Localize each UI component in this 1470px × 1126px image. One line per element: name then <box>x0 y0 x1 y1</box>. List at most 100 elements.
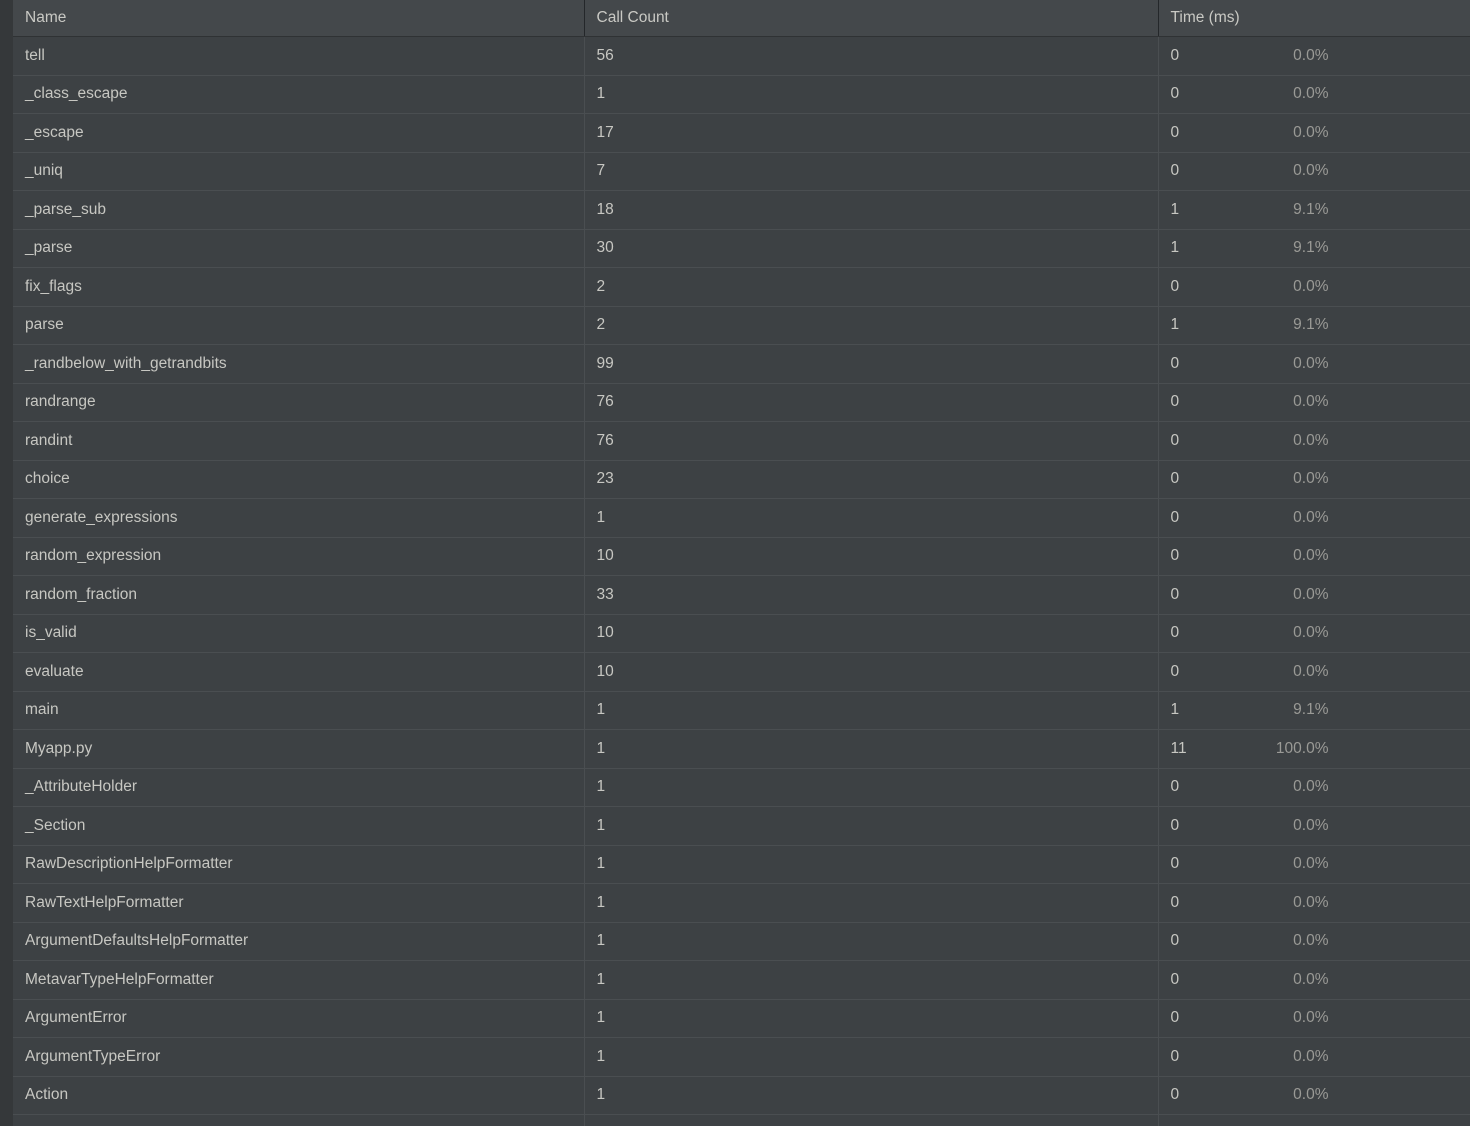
profiler-table-scroll-area[interactable]: Name Call Count Time (ms) tell 56 0 0.0% _cl… <box>13 0 1470 1126</box>
time-percentage: 0.0% <box>1293 778 1329 796</box>
cell-function-name: ArgumentError <box>13 999 584 1038</box>
time-cell-wrap: 00.0% <box>1159 76 1470 113</box>
table-row[interactable]: BooleanOptionalAction100.0% <box>13 1114 1470 1126</box>
time-milliseconds: 1 <box>1170 701 1180 719</box>
column-header-name[interactable]: Name <box>13 0 584 37</box>
table-row[interactable]: evaluate 10 0 0.0% <box>13 652 1470 692</box>
time-milliseconds: 0 <box>1170 431 1180 449</box>
column-header-call-count[interactable]: Call Count <box>583 0 1158 37</box>
table-row[interactable]: _escape 17 0 0.0% <box>13 113 1470 153</box>
cell-time: 00.0% <box>1157 75 1470 114</box>
table-row[interactable]: Myapp.py 1 11 100.0% <box>13 729 1470 769</box>
time-cell-wrap: 00.0% <box>1159 576 1470 613</box>
table-row[interactable]: ArgumentDefaultsHelpFormatter 1 0 0.0% <box>13 922 1470 961</box>
time-percentage: 0.0% <box>1293 277 1329 295</box>
cell-time: 00.0% <box>1157 999 1470 1038</box>
time-milliseconds: 0 <box>1170 354 1180 372</box>
table-row[interactable]: RawTextHelpFormatter 1 0 0.0% <box>13 883 1470 923</box>
cell-function-name: _escape <box>13 113 584 153</box>
time-milliseconds: 0 <box>1170 585 1180 603</box>
cell-time: 00.0% <box>1157 36 1470 76</box>
table-row[interactable]: MetavarTypeHelpFormatter 1 0 0.0% <box>13 960 1470 1000</box>
time-milliseconds: 0 <box>1170 46 1180 64</box>
cell-time: 00.0% <box>1157 1114 1470 1126</box>
cell-time: 00.0% <box>1157 152 1470 191</box>
table-row[interactable]: ArgumentTypeError 1 0 0.0% <box>13 1037 1470 1077</box>
time-milliseconds: 1 <box>1170 200 1180 218</box>
table-row[interactable]: _Section 1 0 0.0% <box>13 806 1470 846</box>
cell-call-count: 33 <box>583 575 1158 615</box>
time-milliseconds: 0 <box>1170 393 1180 411</box>
table-row[interactable]: random_fraction 33 0 0.0% <box>13 575 1470 615</box>
time-cell-wrap: 1 9.1% <box>1159 191 1470 228</box>
time-cell-wrap: 00.0% <box>1159 1038 1470 1075</box>
table-row[interactable]: _uniq 7 0 0.0% <box>13 152 1470 191</box>
time-cell-wrap: 00.0% <box>1159 153 1470 190</box>
table-header: Name Call Count Time (ms) <box>13 0 1470 37</box>
cell-function-name: _parse_sub <box>13 190 584 230</box>
cell-time: 00.0% <box>1157 1076 1470 1115</box>
cell-time: 00.0% <box>1157 498 1470 538</box>
cell-time: 00.0% <box>1157 922 1470 961</box>
time-percentage: 0.0% <box>1293 354 1329 372</box>
cell-function-name: Action <box>13 1076 584 1115</box>
cell-time: 00.0% <box>1157 383 1470 422</box>
table-row[interactable]: RawDescriptionHelpFormatter 1 0 0.0% <box>13 845 1470 884</box>
cell-call-count: 10 <box>583 652 1158 692</box>
time-cell-wrap: 00.0% <box>1159 499 1470 536</box>
time-cell-wrap: 00.0% <box>1159 1115 1470 1126</box>
time-cell-wrap: 00.0% <box>1159 923 1470 960</box>
cell-time: 00.0% <box>1157 421 1470 461</box>
time-milliseconds: 0 <box>1170 778 1180 796</box>
table-row[interactable]: ArgumentError 1 0 0.0% <box>13 999 1470 1038</box>
table-row[interactable]: fix_flags 2 0 0.0% <box>13 267 1470 307</box>
cell-call-count: 1 <box>583 729 1158 769</box>
cell-function-name: evaluate <box>13 652 584 692</box>
cell-time: 00.0% <box>1157 883 1470 923</box>
cell-time: 00.0% <box>1157 113 1470 153</box>
table-row[interactable]: tell 56 0 0.0% <box>13 36 1470 76</box>
cell-call-count: 23 <box>583 460 1158 499</box>
cell-call-count: 1 <box>583 498 1158 538</box>
cell-function-name: random_expression <box>13 537 584 576</box>
time-milliseconds: 0 <box>1170 470 1180 488</box>
cell-call-count: 30 <box>583 229 1158 268</box>
table-row[interactable]: choice 23 0 0.0% <box>13 460 1470 499</box>
time-cell-wrap: 00.0% <box>1159 615 1470 652</box>
time-milliseconds: 0 <box>1170 624 1180 642</box>
table-row[interactable]: random_expression 10 0 0.0% <box>13 537 1470 576</box>
table-row[interactable]: randrange 76 0 0.0% <box>13 383 1470 422</box>
time-milliseconds: 0 <box>1170 508 1180 526</box>
table-row[interactable]: Action 1 0 0.0% <box>13 1076 1470 1115</box>
cell-time: 00.0% <box>1157 845 1470 884</box>
cell-time: 1 9.1% <box>1157 229 1470 268</box>
cell-time: 00.0% <box>1157 960 1470 1000</box>
time-percentage: 0.0% <box>1293 162 1329 180</box>
time-percentage: 9.1% <box>1293 316 1329 334</box>
cell-function-name: randrange <box>13 383 584 422</box>
table-row[interactable]: _AttributeHolder 1 0 0.0% <box>13 768 1470 807</box>
table-row[interactable]: parse 2 1 9.1% <box>13 306 1470 345</box>
cell-function-name: parse <box>13 306 584 345</box>
time-milliseconds: 0 <box>1170 1009 1180 1027</box>
cell-time: 1 9.1% <box>1157 306 1470 345</box>
time-cell-wrap: 00.0% <box>1159 37 1470 74</box>
table-row[interactable]: _parse_sub 18 1 9.1% <box>13 190 1470 230</box>
cell-function-name: randint <box>13 421 584 461</box>
cell-time: 00.0% <box>1157 267 1470 307</box>
cell-time: 11 100.0% <box>1157 729 1470 769</box>
table-row[interactable]: is_valid 10 0 0.0% <box>13 614 1470 653</box>
time-percentage: 0.0% <box>1293 662 1329 680</box>
table-row[interactable]: randint 76 0 0.0% <box>13 421 1470 461</box>
table-row[interactable]: generate_expressions 1 0 0.0% <box>13 498 1470 538</box>
table-row[interactable]: _parse 30 1 9.1% <box>13 229 1470 268</box>
table-row[interactable]: _class_escape 1 0 0.0% <box>13 75 1470 114</box>
time-milliseconds: 0 <box>1170 1086 1180 1104</box>
cell-function-name: MetavarTypeHelpFormatter <box>13 960 584 1000</box>
table-row[interactable]: main 1 1 9.1% <box>13 691 1470 730</box>
time-cell-wrap: 00.0% <box>1159 268 1470 305</box>
column-header-time[interactable]: Time (ms) <box>1157 0 1470 37</box>
time-milliseconds: 0 <box>1170 1047 1180 1065</box>
cell-call-count: 76 <box>583 421 1158 461</box>
table-row[interactable]: _randbelow_with_getrandbits 99 0 0.0% <box>13 344 1470 384</box>
